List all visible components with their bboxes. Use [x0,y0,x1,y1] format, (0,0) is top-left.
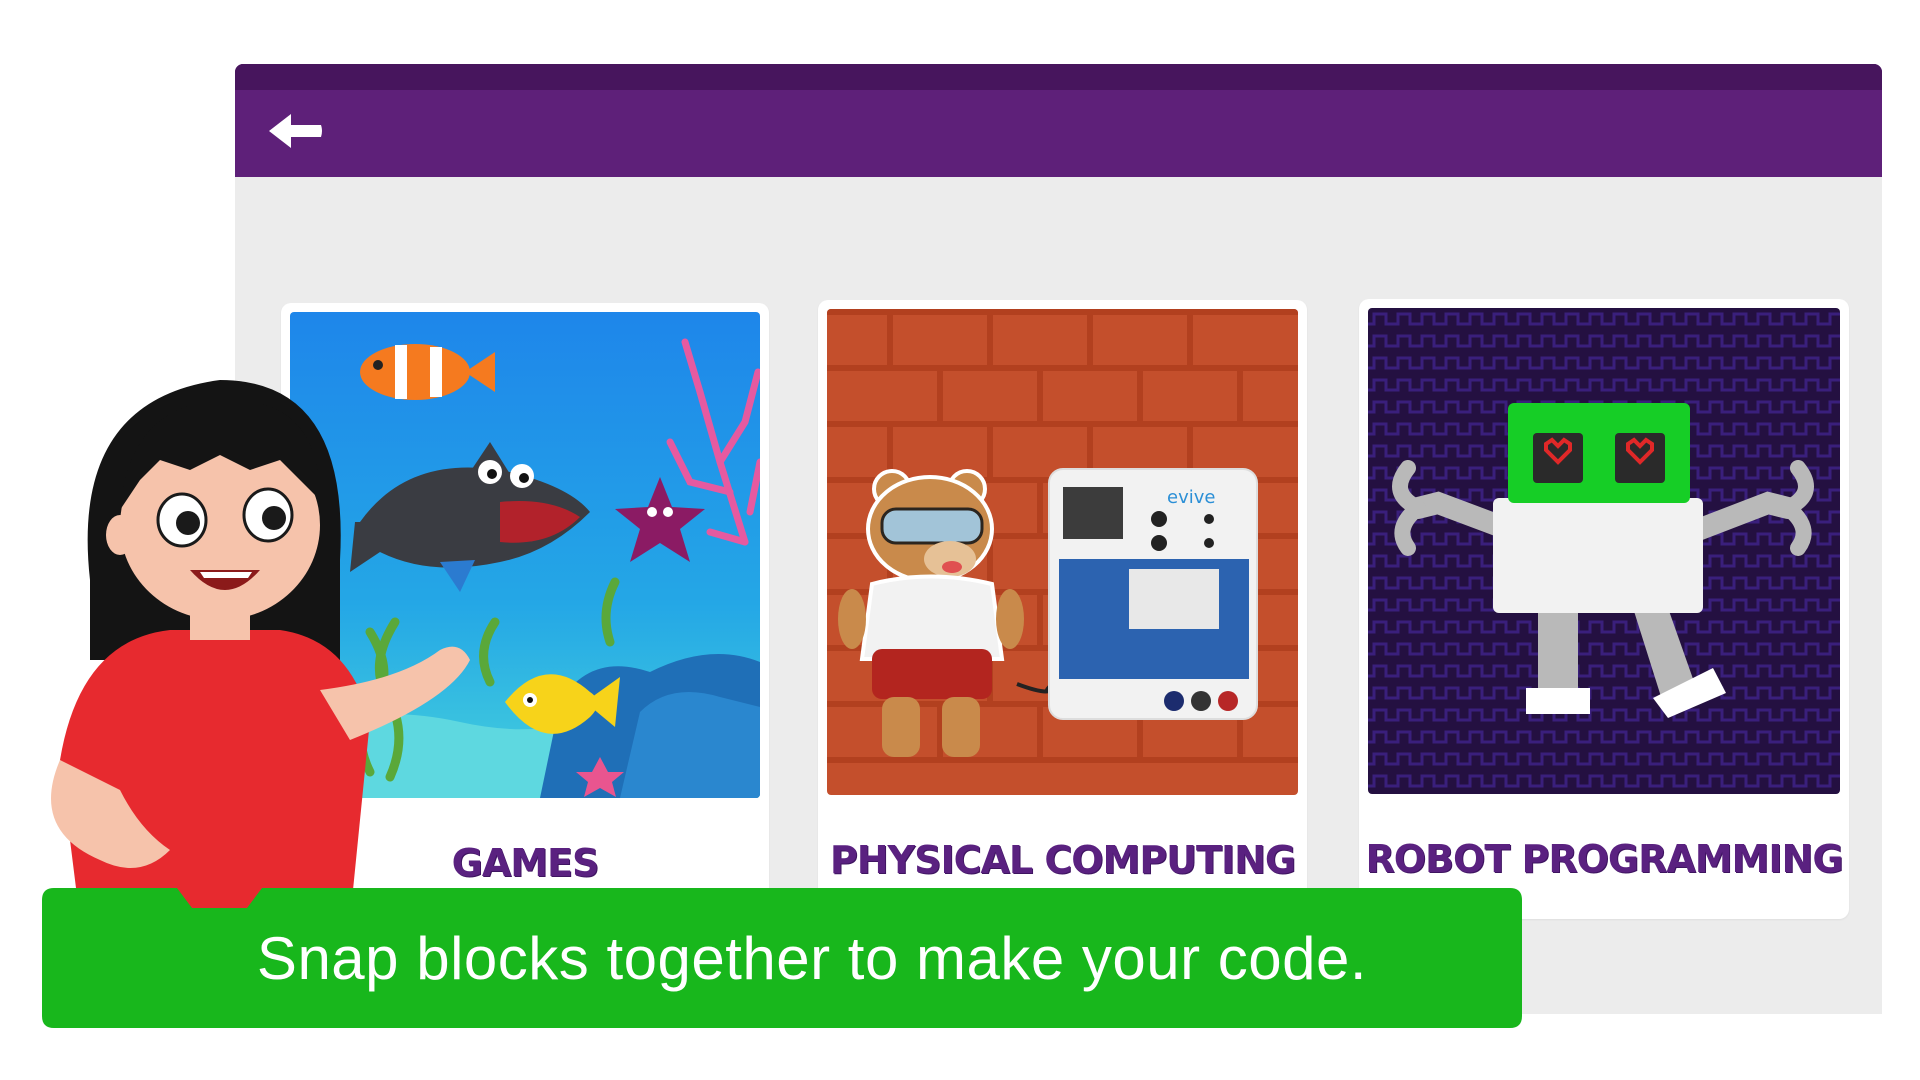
evive-brand-text: evive [1167,487,1215,508]
girl-mascot [20,360,500,920]
robot-programming-illustration [1368,308,1840,794]
card-physical-computing[interactable]: evive PHYSICAL COMPUTING [818,300,1307,920]
card-robot-programming[interactable]: ROBOT PROGRAMMING [1359,299,1849,919]
instruction-banner: Snap blocks together to make your code. [42,888,1522,1028]
header-bar [235,64,1882,177]
back-arrow-icon [269,114,322,148]
physical-computing-illustration: evive [827,309,1298,795]
back-button[interactable] [265,104,325,159]
banner-text: Snap blocks together to make your code. [256,924,1368,992]
